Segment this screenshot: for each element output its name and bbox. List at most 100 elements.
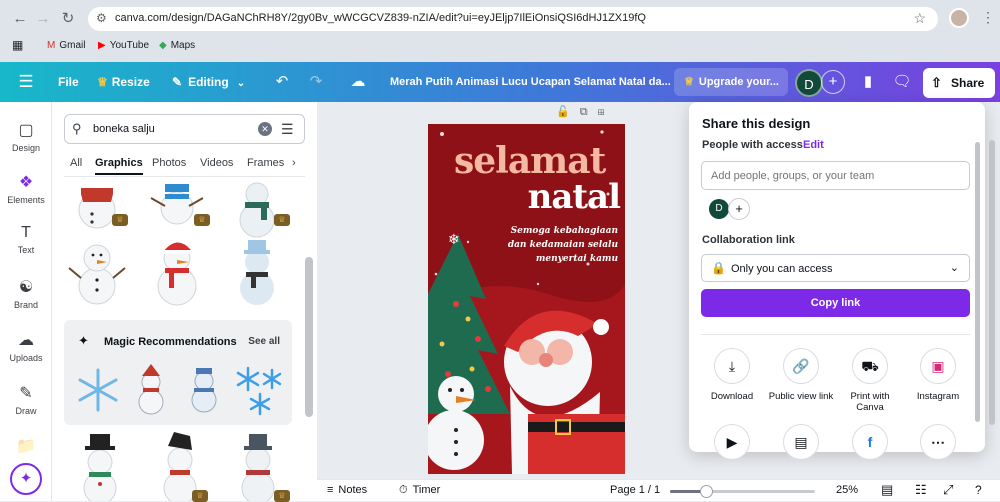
tabs-next-icon[interactable]: › xyxy=(292,157,296,169)
rail-label: Uploads xyxy=(9,353,43,363)
calendar-icon: ▤ xyxy=(783,424,819,460)
rail-brand[interactable]: ☯ Brand xyxy=(0,277,52,310)
zoom-percentage[interactable]: 25% xyxy=(836,484,858,496)
magic-recommendations: ✦ Magic Recommendations See all xyxy=(64,320,292,425)
share-option-facebook[interactable]: f xyxy=(837,424,903,467)
tab-videos[interactable]: Videos xyxy=(200,157,233,169)
pencil-icon: ✎ xyxy=(172,75,183,89)
add-collaborator-icon[interactable]: + xyxy=(728,198,750,220)
undo-icon[interactable]: ↶ xyxy=(271,62,293,102)
hamburger-menu-icon[interactable]: ☰ xyxy=(14,62,38,102)
card-title-line1[interactable]: selamat xyxy=(454,142,614,180)
add-page-icon[interactable]: ⊞ xyxy=(598,106,615,118)
bookmark-youtube[interactable]: ▶ YouTube xyxy=(98,40,149,51)
comment-icon[interactable]: 🗨 xyxy=(890,62,914,102)
share-option-present[interactable]: ▶ xyxy=(699,424,765,467)
snowman-graphic[interactable] xyxy=(227,234,287,308)
editor-header: ☰ File ♕ Resize ✎ Editing ⌄ ↶ ↷ ☁ Merah Put… xyxy=(0,62,1000,102)
copy-link-button[interactable]: Copy link xyxy=(701,289,970,317)
see-all-link[interactable]: See all xyxy=(248,336,280,347)
snowman-graphic[interactable] xyxy=(147,180,207,242)
redo-icon[interactable]: ↷ xyxy=(305,62,327,102)
editing-mode-dropdown[interactable]: ✎ Editing ⌄ xyxy=(172,62,245,102)
rail-draw[interactable]: ✎ Draw xyxy=(0,383,52,416)
grid-view-icon[interactable]: ▤ xyxy=(881,482,893,498)
magic-recommendations-title: Magic Recommendations xyxy=(104,336,237,348)
bookmark-maps[interactable]: ◆ Maps xyxy=(159,40,195,51)
premium-crown-icon: ♕ xyxy=(112,214,128,226)
snowman-graphic[interactable] xyxy=(67,180,127,242)
collaborator-avatar[interactable]: D xyxy=(709,199,729,219)
snowman-graphic[interactable] xyxy=(147,234,207,308)
duplicate-icon[interactable]: ⧉ xyxy=(580,106,598,118)
document-title[interactable]: Merah Putih Animasi Lucu Ucapan Selamat … xyxy=(390,62,671,102)
file-menu[interactable]: File xyxy=(58,62,79,102)
snowman-graphic[interactable] xyxy=(70,432,130,501)
zoom-slider[interactable] xyxy=(670,485,815,498)
share-option-public-view-link[interactable]: 🔗 Public view link xyxy=(768,348,834,402)
snowman-graphic[interactable] xyxy=(182,364,226,416)
rail-more[interactable]: 📁 xyxy=(0,436,52,459)
user-avatar[interactable]: D xyxy=(795,69,823,97)
forward-icon[interactable]: → xyxy=(33,9,53,29)
share-button[interactable]: ⇧ Share xyxy=(923,68,995,98)
filter-icon[interactable]: ☰ xyxy=(281,121,294,138)
edit-access-link[interactable]: Edit xyxy=(803,139,824,151)
card-title-line2[interactable]: natal xyxy=(500,178,621,216)
analytics-icon[interactable]: ▮​ xyxy=(856,62,880,102)
magic-assistant-icon[interactable]: ✦ xyxy=(10,463,42,495)
share-panel-scrollbar[interactable] xyxy=(975,142,980,422)
share-option-instagram[interactable]: ▣ Instagram xyxy=(905,348,971,402)
apps-grid-icon[interactable]: ▦ xyxy=(12,38,23,52)
add-people-input[interactable] xyxy=(701,161,970,190)
share-option-schedule[interactable]: ▤ xyxy=(768,424,834,467)
snowman-graphic[interactable] xyxy=(227,180,287,242)
notes-button[interactable]: ≡ Notes xyxy=(327,484,367,496)
share-option-more[interactable]: ⋯ xyxy=(905,424,971,467)
back-icon[interactable]: ← xyxy=(10,9,30,29)
tab-photos[interactable]: Photos xyxy=(152,157,186,169)
canvas-scrollbar[interactable] xyxy=(989,140,995,425)
reload-icon[interactable]: ↻ xyxy=(58,9,78,29)
rail-elements[interactable]: ❖ Elements xyxy=(0,172,52,205)
resize-button[interactable]: ♕ Resize xyxy=(97,62,150,102)
profile-avatar[interactable] xyxy=(949,8,969,28)
tab-graphics[interactable]: Graphics xyxy=(95,157,143,175)
elements-panel: ⚲ boneka salju ✕ ☰ All Graphics Photos V… xyxy=(52,102,317,502)
design-card[interactable]: ❄ selamat natal Semoga kebahagiaan dan k… xyxy=(428,124,625,474)
bookmark-star-icon[interactable]: ☆ xyxy=(913,10,926,27)
design-icon: ▢ xyxy=(18,122,34,139)
help-icon[interactable]: ? xyxy=(975,483,982,497)
rail-uploads[interactable]: ☁ Uploads xyxy=(0,330,52,363)
site-info-icon[interactable]: ⚙ xyxy=(96,11,107,25)
bookmark-gmail[interactable]: M Gmail xyxy=(47,40,85,51)
clear-search-icon[interactable]: ✕ xyxy=(258,122,272,136)
fullscreen-icon[interactable]: ⤢ xyxy=(943,482,953,498)
browser-menu-icon[interactable]: ⋮ xyxy=(981,9,995,26)
snowflake-graphic[interactable] xyxy=(76,366,120,414)
snowflakes-graphic[interactable] xyxy=(234,364,286,416)
rail-label: Brand xyxy=(13,300,39,310)
panel-scrollbar[interactable] xyxy=(305,257,313,417)
tab-all[interactable]: All xyxy=(70,157,82,169)
share-option-download[interactable]: ⤓ Download xyxy=(699,348,765,402)
timer-button[interactable]: ⏱ Timer xyxy=(399,484,440,497)
pages-view-icon[interactable]: ☷ xyxy=(915,482,927,498)
lock-icon[interactable]: 🔓 xyxy=(556,106,580,118)
cloud-save-icon[interactable]: ☁ xyxy=(346,62,370,102)
upgrade-button[interactable]: ♕ Upgrade your... xyxy=(674,68,788,96)
rail-design[interactable]: ▢ Design xyxy=(0,120,52,153)
share-option-print[interactable]: ⛟ Print with Canva xyxy=(837,348,903,413)
zoom-slider-handle[interactable] xyxy=(700,485,714,498)
address-bar[interactable]: ⚙ canva.com/design/DAGaNChRH8Y/2gy0Bv_wW… xyxy=(88,7,938,31)
present-icon: ▶ xyxy=(714,424,750,460)
invite-plus-icon[interactable]: + xyxy=(821,70,845,94)
page-indicator[interactable]: Page 1 / 1 xyxy=(610,484,660,496)
access-dropdown[interactable]: 🔒 Only you can access ⌄ xyxy=(701,254,970,282)
search-input[interactable]: ⚲ boneka salju ✕ ☰ xyxy=(64,114,305,144)
snowman-graphic[interactable] xyxy=(67,238,127,308)
tab-frames[interactable]: Frames xyxy=(247,157,284,169)
card-message[interactable]: Semoga kebahagiaan dan kedamaian selalu … xyxy=(484,224,618,266)
snowman-graphic[interactable] xyxy=(129,364,173,416)
rail-text[interactable]: T Text xyxy=(0,224,52,255)
